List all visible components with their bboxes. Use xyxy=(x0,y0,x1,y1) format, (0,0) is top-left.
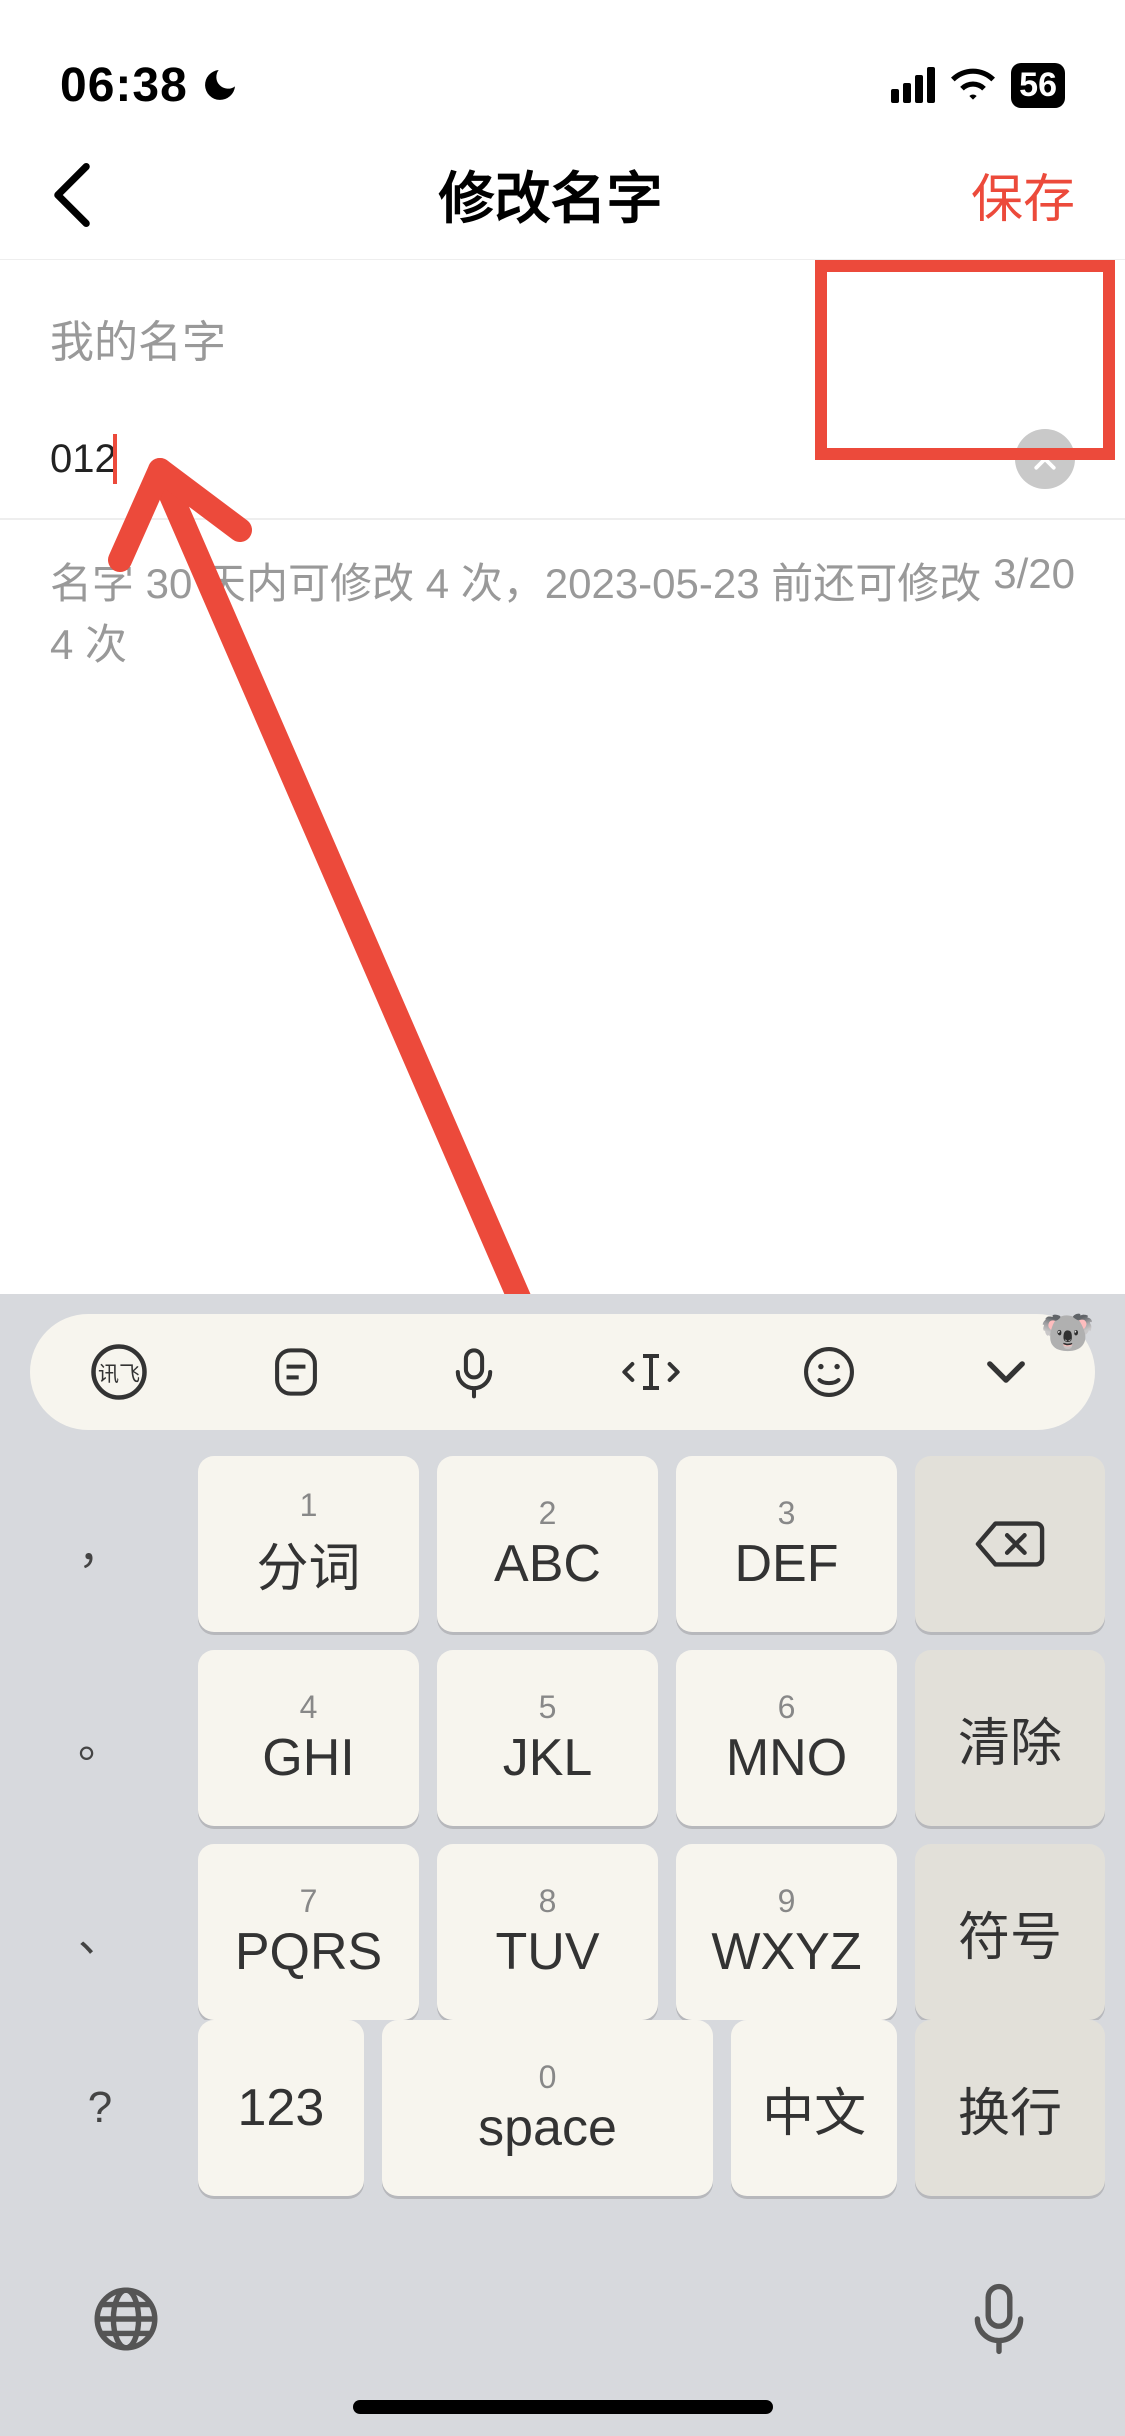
key-8-tuv[interactable]: 8TUV xyxy=(437,1844,658,2020)
signal-icon xyxy=(891,67,935,103)
text-cursor xyxy=(113,434,117,484)
section-label: 我的名字 xyxy=(0,260,1125,400)
char-counter: 3/20 xyxy=(993,550,1075,672)
key-9-wxyz[interactable]: 9WXYZ xyxy=(676,1844,897,2020)
wifi-icon xyxy=(951,63,995,107)
key-punct-period[interactable]: 。 xyxy=(20,1650,180,1826)
hint-text: 名字 30 天内可修改 4 次，2023-05-23 前还可修改 4 次 xyxy=(50,550,993,672)
cursor-move-button[interactable] xyxy=(566,1345,736,1399)
key-spaceb[interactable]: 0space xyxy=(382,2020,714,2196)
key-7-pqrs[interactable]: 7PQRS xyxy=(198,1844,419,2020)
keyboard-toolbar: 讯飞 xyxy=(30,1314,1095,1430)
clear-button[interactable] xyxy=(1015,429,1075,489)
page-title: 修改名字 xyxy=(438,154,662,235)
key-6-mno[interactable]: 6MNO xyxy=(676,1650,897,1826)
key-5-jkl[interactable]: 5JKL xyxy=(437,1650,658,1826)
battery-icon: 56 xyxy=(1011,63,1065,108)
back-button[interactable] xyxy=(50,163,130,227)
key-2-abc[interactable]: 2ABC xyxy=(437,1456,658,1632)
key-cnb[interactable]: 中文 xyxy=(731,2020,897,2196)
name-input-row: 012 xyxy=(0,400,1125,520)
svg-text:讯飞: 讯飞 xyxy=(98,1363,140,1386)
hint-row: 名字 30 天内可修改 4 次，2023-05-23 前还可修改 4 次 3/2… xyxy=(0,550,1125,672)
key-3-def[interactable]: 3DEF xyxy=(676,1456,897,1632)
nav-bar: 修改名字 保存 xyxy=(0,130,1125,260)
status-bar: 06:38 56 xyxy=(0,0,1125,130)
moon-icon xyxy=(200,65,240,105)
key-clear[interactable]: 清除 xyxy=(915,1650,1105,1826)
voice-button[interactable] xyxy=(389,1345,559,1399)
save-button[interactable]: 保存 xyxy=(971,157,1075,232)
key-enterb[interactable]: 换行 xyxy=(915,2020,1105,2196)
key-1[interactable]: 1分词 xyxy=(198,1456,419,1632)
status-time: 06:38 xyxy=(60,58,188,113)
key-backspace[interactable] xyxy=(915,1456,1105,1632)
name-input[interactable]: 012 xyxy=(50,437,117,482)
key-question2[interactable]: ? xyxy=(20,2020,180,2196)
keyboard: 🐨 讯飞 ， 1分词 2ABC 3DEF 。 4GHI 5JKL 6MNO xyxy=(0,1294,1125,2436)
clipboard-button[interactable] xyxy=(211,1345,381,1399)
key-punct-slash[interactable]: 、 xyxy=(20,1844,180,2020)
ime-logo-button[interactable]: 讯飞 xyxy=(34,1342,204,1402)
globe-button[interactable] xyxy=(90,2283,162,2360)
dictation-button[interactable] xyxy=(963,2283,1035,2360)
key-4-ghi[interactable]: 4GHI xyxy=(198,1650,419,1826)
emoji-button[interactable] xyxy=(744,1345,914,1399)
key-punct-comma[interactable]: ， xyxy=(20,1456,180,1632)
key-symbols[interactable]: 符号 xyxy=(915,1844,1105,2020)
keyboard-mascot-icon[interactable]: 🐨 xyxy=(1040,1306,1095,1358)
home-indicator[interactable] xyxy=(353,2400,773,2414)
key-123b[interactable]: 123 xyxy=(198,2020,364,2196)
